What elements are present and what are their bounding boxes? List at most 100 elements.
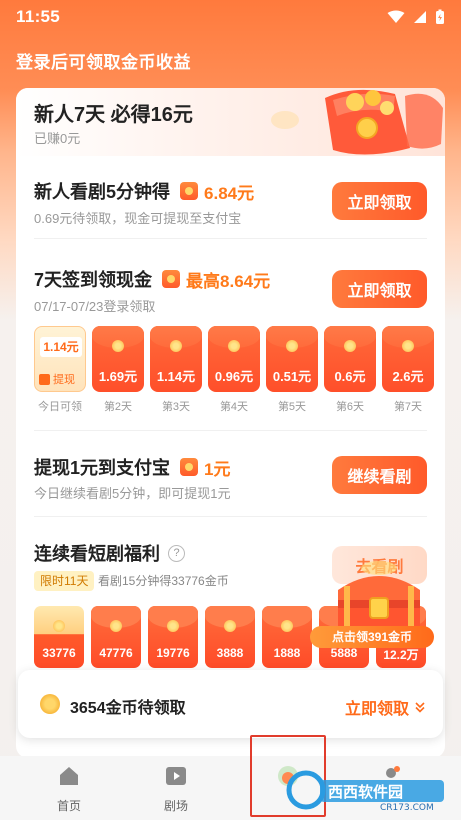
gold-coin-icon — [40, 694, 60, 714]
coin-icon — [167, 620, 179, 632]
day-amount: 0.96元 — [214, 369, 254, 384]
day-label: 第6天 — [335, 401, 365, 413]
coin-claim-text: 立即领取 — [344, 701, 409, 718]
checkin-title-text: 7天签到领现金 — [34, 270, 153, 290]
watch5-reward: 6.84元 — [204, 183, 255, 203]
continue-watch-button[interactable]: 继续看剧 — [332, 456, 427, 494]
packet-amount: 47776 — [99, 646, 133, 660]
drama-packet[interactable]: 1888 — [262, 606, 312, 668]
coin-claim-bar: 3654金币待领取 立即领取 — [18, 670, 443, 738]
double-chevron-down-icon — [415, 702, 425, 713]
day-label: 第4天 — [219, 401, 249, 413]
checkin-day[interactable]: 0.6元 — [324, 326, 376, 392]
coin-icon — [110, 620, 122, 632]
nav-home[interactable]: 首页 — [34, 764, 104, 814]
coin-icon — [224, 620, 236, 632]
status-bar: 11:55 — [0, 0, 461, 34]
today-withdraw-text: 提现 — [53, 374, 75, 386]
red-packet-coins-icon — [271, 89, 443, 155]
watch5-title: 新人看剧5分钟得 6.84元 — [34, 178, 254, 204]
divider — [34, 430, 427, 431]
home-icon — [60, 767, 78, 785]
drama-packet[interactable]: 47776 — [91, 606, 141, 668]
day-amount: 2.6元 — [392, 369, 424, 384]
nav-theater[interactable]: 剧场 — [141, 764, 211, 814]
watch5-sub: 0.69元待领取，现金可提现至支付宝 — [34, 211, 242, 226]
divider — [34, 516, 427, 517]
checkin-day-today[interactable]: 1.14元 提现 — [34, 326, 86, 392]
checkin-title: 7天签到领现金 最高8.64元 — [34, 266, 270, 292]
day-label: 第3天 — [161, 401, 191, 413]
day-amount: 1.69元 — [98, 369, 138, 384]
red-packet-icon — [180, 458, 199, 476]
coin-icon — [281, 620, 293, 632]
day-label: 今日可领 — [38, 401, 82, 413]
checkin-day[interactable]: 0.96元 — [208, 326, 260, 392]
packet-amount: 33776 — [42, 646, 76, 660]
day-amount: 0.51元 — [272, 369, 312, 384]
coin-icon — [170, 340, 182, 352]
newbie-earned: 已赚0元 — [34, 131, 81, 146]
chest-claim-label[interactable]: 点击领391金币 — [310, 626, 434, 648]
withdraw-title: 提现1元到支付宝 1元 — [34, 454, 230, 480]
checkin-sub: 07/17-07/23登录领取 — [34, 299, 156, 314]
login-prompt[interactable]: 登录后可领取金币收益 — [16, 48, 191, 73]
status-icons — [387, 9, 445, 25]
checkin-day[interactable]: 1.69元 — [92, 326, 144, 392]
coin-icon — [344, 340, 356, 352]
day-label: 第2天 — [103, 401, 133, 413]
today-amount: 1.14元 — [40, 337, 82, 357]
drama-packet[interactable]: 33776 — [34, 606, 84, 668]
drama-packet[interactable]: 3888 — [205, 606, 255, 668]
welfare-card: 新人7天 必得16元 已赚0元 新人看剧5分钟得 6.84元 0.69元待领取，… — [16, 88, 445, 758]
signal-icon — [414, 11, 426, 23]
checkin-days: 1.14元 提现 今日可领 1.69元 第2天 1.14元 第3天 0.96元 … — [34, 326, 445, 422]
checkin-day[interactable]: 1.14元 — [150, 326, 202, 392]
day-label: 第7天 — [393, 401, 423, 413]
coin-icon — [112, 340, 124, 352]
pending-coins: 3654金币待领取 — [70, 700, 186, 717]
drama-desc: 看剧15分钟得33776金币 — [98, 574, 229, 588]
nav-home-label: 首页 — [56, 799, 81, 813]
coin-claim-button[interactable]: 立即领取 — [345, 695, 427, 719]
checkin-reward: 最高8.64元 — [186, 271, 271, 291]
coin-icon — [402, 340, 414, 352]
battery-icon — [436, 9, 444, 24]
watch5-title-text: 新人看剧5分钟得 — [34, 182, 171, 202]
packet-amount: 3888 — [216, 646, 244, 660]
newbie-banner[interactable]: 新人7天 必得16元 已赚0元 — [16, 88, 445, 156]
withdraw-icon — [39, 373, 50, 385]
withdraw-title-text: 提现1元到支付宝 — [34, 458, 171, 478]
checkin-claim-button[interactable]: 立即领取 — [332, 270, 427, 308]
red-packet-icon — [180, 182, 199, 200]
site-watermark-logo: 西西软件园 CR173.COM — [286, 770, 444, 812]
help-icon[interactable]: ? — [168, 544, 185, 562]
newbie-title: 新人7天 必得16元 — [34, 104, 193, 126]
wifi-icon — [387, 10, 405, 23]
packet-amount: 19776 — [156, 646, 190, 660]
drama-packet[interactable]: 19776 — [148, 606, 198, 668]
withdraw-sub: 今日继续看剧5分钟，即可提现1元 — [34, 486, 231, 501]
play-icon — [166, 767, 186, 785]
red-packet-icon — [162, 270, 181, 288]
watermark-site: CR173.COM — [380, 803, 434, 812]
coin-icon — [53, 620, 65, 632]
checkin-day[interactable]: 2.6元 — [382, 326, 434, 392]
drama-title-text: 连续看短剧福利 — [34, 544, 160, 564]
checkin-day[interactable]: 0.51元 — [266, 326, 318, 392]
coin-icon — [286, 340, 298, 352]
limit-badge: 限时11天 — [34, 571, 95, 591]
drama-title: 连续看短剧福利 ? — [34, 540, 185, 566]
day-amount: 1.14元 — [156, 369, 196, 384]
today-withdraw: 提现 — [39, 371, 75, 387]
withdraw-reward: 1元 — [204, 459, 231, 479]
coin-icon — [228, 340, 240, 352]
nav-theater-label: 剧场 — [163, 799, 188, 813]
day-amount: 0.6元 — [334, 369, 366, 384]
packet-amount: 1888 — [273, 646, 301, 660]
day-label: 第5天 — [277, 401, 307, 413]
divider — [34, 238, 427, 239]
watch5-claim-button[interactable]: 立即领取 — [332, 182, 427, 220]
watermark-brand: 西西软件园 — [328, 783, 403, 801]
status-time: 11:55 — [16, 7, 61, 26]
